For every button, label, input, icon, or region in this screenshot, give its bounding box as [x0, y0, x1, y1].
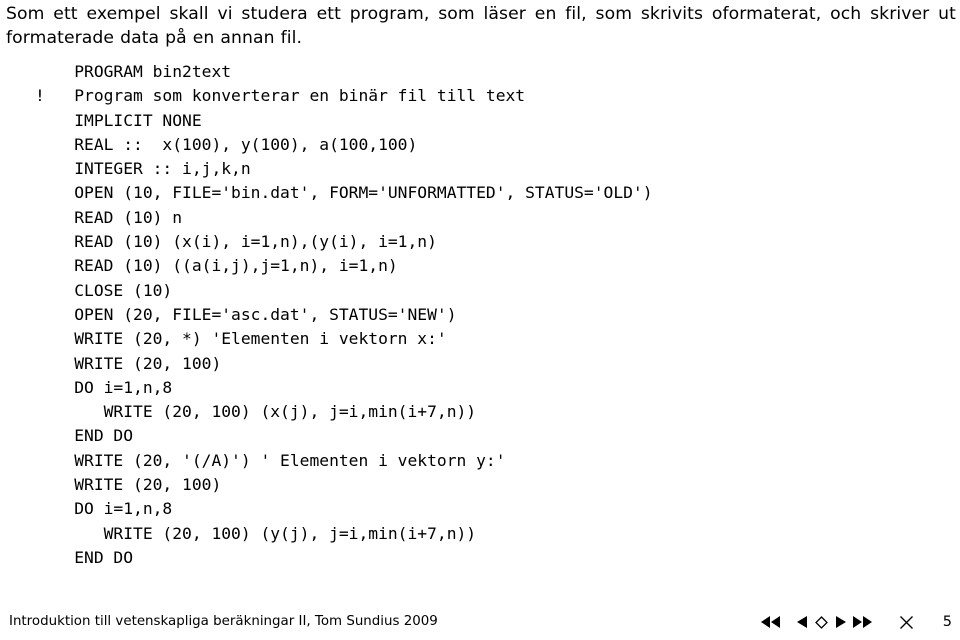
fortran-code-listing: PROGRAM bin2text ! Program som konvertera…	[35, 60, 935, 570]
code-line: WRITE (20, '(/A)') ' Elementen i vektorn…	[35, 450, 506, 470]
last-slide-icon[interactable]	[853, 613, 873, 631]
code-line: WRITE (20, *) 'Elementen i vektorn x:'	[35, 329, 447, 349]
first-slide-icon[interactable]	[761, 613, 781, 631]
intro-line-1: Som ett exempel skall vi studera ett pro…	[6, 4, 956, 24]
code-line: INTEGER :: i,j,k,n	[35, 159, 251, 179]
code-line: WRITE (20, 100) (x(j), j=i,min(i+7,n))	[35, 402, 477, 422]
code-line: OPEN (20, FILE='asc.dat', STATUS='NEW')	[35, 304, 457, 324]
next-slide-icon[interactable]	[835, 613, 846, 631]
close-icon[interactable]	[899, 613, 914, 631]
page-number: 5	[942, 614, 952, 630]
code-line: WRITE (20, 100)	[35, 353, 222, 373]
intro-line-2: formaterade data på en annan fil.	[6, 28, 303, 48]
code-line: PROGRAM bin2text	[35, 62, 232, 81]
code-line: REAL :: x(100), y(100), a(100,100)	[35, 134, 418, 154]
code-line: END DO	[35, 426, 134, 446]
code-line: DO i=1,n,8	[35, 499, 173, 519]
code-line: DO i=1,n,8	[35, 377, 173, 397]
code-line: IMPLICIT NONE	[35, 110, 202, 130]
intro-paragraph: Som ett exempel skall vi studera ett pro…	[6, 2, 956, 50]
previous-slide-icon[interactable]	[797, 613, 808, 631]
code-line: OPEN (10, FILE='bin.dat', FORM='UNFORMAT…	[35, 183, 653, 203]
code-line: WRITE (20, 100)	[35, 475, 222, 495]
code-line: CLOSE (10)	[35, 280, 173, 300]
code-line: ! Program som konverterar en binär fil t…	[35, 86, 526, 106]
code-line: READ (10) ((a(i,j),j=1,n), i=1,n)	[35, 256, 398, 276]
code-line: WRITE (20, 100) (y(j), j=i,min(i+7,n))	[35, 523, 477, 543]
code-line: END DO	[35, 547, 134, 567]
footer-credit: Introduktion till vetenskapliga beräknin…	[9, 614, 438, 629]
slide-footer: Introduktion till vetenskapliga beräknin…	[0, 606, 960, 640]
code-line: READ (10) n	[35, 207, 183, 227]
current-position-diamond-icon[interactable]	[815, 613, 828, 631]
slide-navigation-bar: 5	[761, 612, 952, 632]
code-line: READ (10) (x(i), i=1,n),(y(i), i=1,n)	[35, 232, 437, 252]
